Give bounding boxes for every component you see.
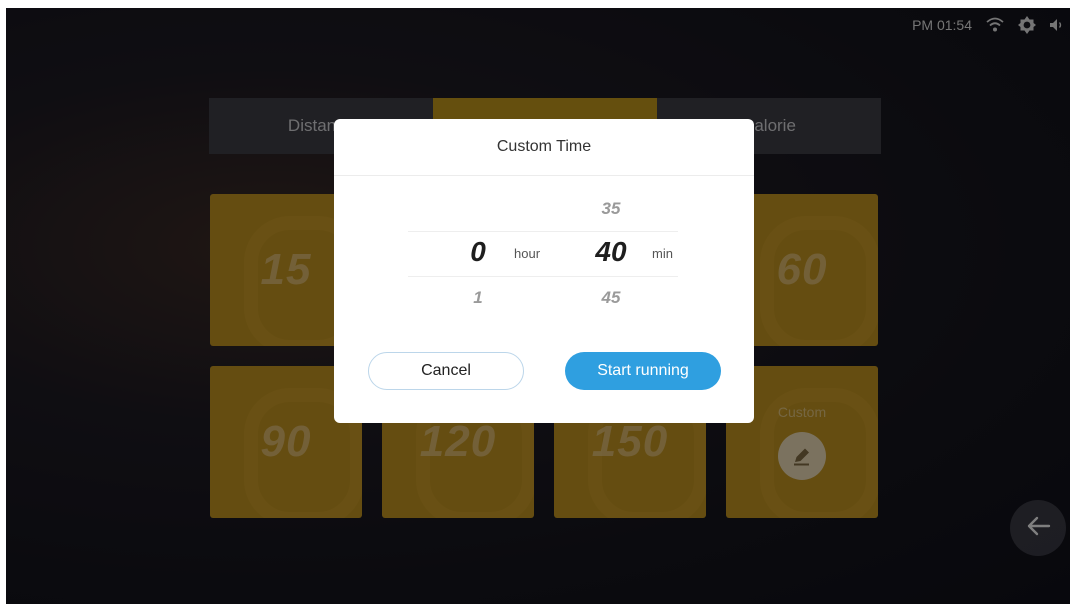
min-option-below[interactable]: 45: [581, 288, 641, 308]
min-option-above[interactable]: 35: [581, 199, 641, 219]
start-running-button[interactable]: Start running: [565, 352, 721, 390]
picker-divider: [408, 231, 678, 232]
min-selected[interactable]: 40: [581, 236, 641, 268]
dialog-title: Custom Time: [334, 119, 754, 176]
hour-selected[interactable]: 0: [448, 236, 508, 268]
time-picker[interactable]: 0 1 hour 35 40 45 min: [334, 176, 754, 332]
treadmill-screen: PM 01:54 Distance Calorie 15 60 90 120 1…: [6, 8, 1070, 604]
custom-time-dialog: Custom Time 0 1 hour 35 40 45 min Cancel…: [334, 119, 754, 423]
cancel-button[interactable]: Cancel: [368, 352, 524, 390]
hour-unit: hour: [514, 246, 541, 261]
min-unit: min: [652, 246, 673, 261]
hour-option-below[interactable]: 1: [448, 288, 508, 308]
picker-divider: [408, 276, 678, 277]
